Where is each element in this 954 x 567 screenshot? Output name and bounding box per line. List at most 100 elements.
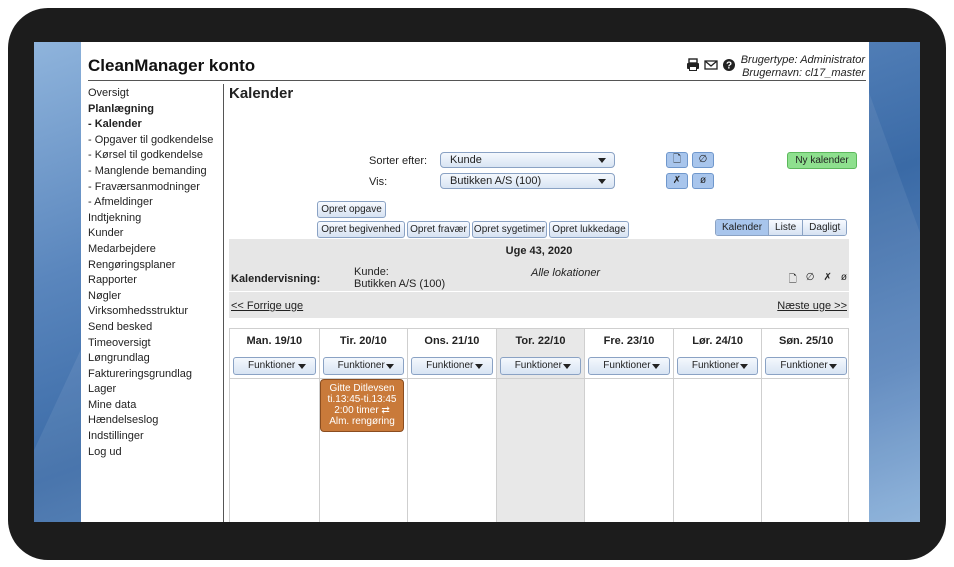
sidebar-item[interactable]: Løngrundlag bbox=[88, 351, 223, 367]
sidebar-item[interactable]: Log ud bbox=[88, 445, 223, 461]
pen-crossed-alt-icon[interactable]: ø bbox=[692, 173, 714, 189]
functions-dropdown[interactable]: Funktioner bbox=[588, 357, 670, 375]
sidebar-item[interactable]: Lager bbox=[88, 382, 223, 398]
sort-label: Sorter efter: bbox=[369, 155, 428, 167]
printer-icon[interactable] bbox=[686, 58, 700, 72]
functions-label: Funktioner bbox=[426, 360, 474, 371]
functions-dropdown[interactable]: Funktioner bbox=[765, 357, 847, 375]
event-type: Alm. rengøring bbox=[329, 416, 395, 427]
user-type: Brugertype: Administrator bbox=[740, 54, 865, 66]
sidebar-item[interactable]: Virksomhedsstruktur bbox=[88, 304, 223, 320]
event-employee: Gitte Ditlevsen bbox=[329, 383, 395, 394]
create-button[interactable]: Opret lukkedage bbox=[549, 221, 629, 238]
view-select[interactable]: Butikken A/S (100) bbox=[440, 173, 615, 189]
sidebar-item[interactable]: - Afmeldinger bbox=[88, 195, 223, 211]
create-task-button[interactable]: Opret opgave bbox=[317, 201, 386, 218]
view-mode-tab[interactable]: Kalender bbox=[716, 220, 769, 235]
day-header: Tir. 20/10 bbox=[339, 335, 387, 347]
functions-dropdown[interactable]: Funktioner bbox=[499, 357, 582, 375]
view-select-value: Butikken A/S (100) bbox=[450, 175, 542, 187]
user-name: Brugernavn: cl17_master bbox=[742, 67, 865, 79]
sidebar-item[interactable]: Timeoversigt bbox=[88, 336, 223, 352]
day-header: Ons. 21/10 bbox=[424, 335, 480, 347]
day-header: Fre. 23/10 bbox=[603, 335, 655, 347]
sidebar-item[interactable]: Rengøringsplaner bbox=[88, 258, 223, 274]
sidebar-item[interactable]: Nøgler bbox=[88, 289, 223, 305]
create-button[interactable]: Opret fravær bbox=[407, 221, 470, 238]
functions-dropdown[interactable]: Funktioner bbox=[322, 357, 405, 375]
chevron-down-icon bbox=[563, 364, 572, 369]
functions-label: Funktioner bbox=[337, 360, 385, 371]
header-icons: ? bbox=[686, 58, 736, 72]
sidebar-item[interactable]: - Fraværsanmodninger bbox=[88, 180, 223, 196]
event-duration: 2:00 timer ⇄ bbox=[334, 405, 390, 416]
previous-week-link[interactable]: << Forrige uge bbox=[231, 300, 303, 312]
pen-crossed-alt-icon[interactable]: ø bbox=[841, 272, 847, 289]
calendar-view-label: Kalendervisning: bbox=[231, 273, 321, 285]
sidebar-item[interactable]: Kunder bbox=[88, 226, 223, 242]
app-title: CleanManager konto bbox=[88, 56, 256, 75]
sidebar-item[interactable]: - Kalender bbox=[88, 117, 223, 133]
functions-dropdown[interactable]: Funktioner bbox=[233, 357, 316, 375]
customer-info: Kunde: Butikken A/S (100) bbox=[354, 266, 445, 290]
chevron-down-icon bbox=[651, 364, 660, 369]
mail-icon[interactable] bbox=[704, 58, 718, 72]
customer-value: Butikken A/S (100) bbox=[354, 278, 446, 290]
new-calendar-button[interactable]: Ny kalender bbox=[787, 152, 857, 169]
day-column[interactable]: Fre. 23/10 Funktioner bbox=[584, 329, 673, 522]
functions-dropdown[interactable]: Funktioner bbox=[411, 357, 493, 375]
sidebar-item[interactable]: - Kørsel til godkendelse bbox=[88, 148, 223, 164]
chevron-down-icon bbox=[598, 158, 606, 163]
sidebar-item[interactable]: - Opgaver til godkendelse bbox=[88, 133, 223, 149]
document-icon[interactable]: 🗋 bbox=[789, 272, 797, 289]
functions-dropdown[interactable]: Funktioner bbox=[676, 357, 759, 375]
row-divider bbox=[408, 378, 496, 379]
day-column[interactable]: Søn. 25/10 Funktioner bbox=[761, 329, 850, 522]
sidebar-item[interactable]: Rapporter bbox=[88, 273, 223, 289]
screen-frame: CleanManager konto ? Brugertype: Adminis… bbox=[0, 0, 954, 567]
row-divider bbox=[762, 378, 850, 379]
sidebar-nav: Oversigt Planlægning - Kalender - Opgaver… bbox=[88, 86, 223, 460]
view-bar-icons: 🗋 ∅ ✗ ø bbox=[789, 272, 847, 289]
day-column[interactable]: Lør. 24/10 Funktioner bbox=[672, 329, 762, 522]
chevron-down-icon bbox=[828, 364, 837, 369]
sort-select-value: Kunde bbox=[450, 154, 482, 166]
day-header: Tor. 22/10 bbox=[515, 335, 566, 347]
sidebar-item[interactable]: Planlægning bbox=[88, 102, 223, 118]
chevron-down-icon bbox=[386, 364, 395, 369]
chevron-down-icon bbox=[297, 364, 306, 369]
chevron-down-icon bbox=[474, 364, 483, 369]
sidebar-item[interactable]: Oversigt bbox=[88, 86, 223, 102]
row-divider bbox=[230, 378, 319, 379]
day-column[interactable]: Tor. 22/10 Funktioner bbox=[495, 329, 585, 522]
no-document-icon[interactable]: ∅ bbox=[806, 272, 815, 289]
pen-crossed-icon[interactable]: ✗ bbox=[824, 272, 832, 289]
no-document-icon[interactable]: ∅ bbox=[692, 152, 714, 168]
svg-text:?: ? bbox=[726, 61, 732, 72]
create-button[interactable]: Opret sygetimer bbox=[472, 221, 547, 238]
sidebar-item[interactable]: Indstillinger bbox=[88, 429, 223, 445]
sidebar-item[interactable]: Hændelseslog bbox=[88, 413, 223, 429]
sort-select[interactable]: Kunde bbox=[440, 152, 615, 168]
day-column[interactable]: Ons. 21/10 Funktioner bbox=[407, 329, 496, 522]
sidebar-item[interactable]: Mine data bbox=[88, 398, 223, 414]
help-icon[interactable]: ? bbox=[722, 58, 736, 72]
header-divider bbox=[88, 80, 866, 81]
pen-crossed-icon[interactable]: ✗ bbox=[666, 173, 688, 189]
view-mode-tab[interactable]: Liste bbox=[768, 220, 803, 235]
sidebar-item[interactable]: Send besked bbox=[88, 320, 223, 336]
next-week-link[interactable]: Næste uge >> bbox=[777, 300, 847, 312]
functions-label: Funktioner bbox=[514, 360, 562, 371]
location-label: Alle lokationer bbox=[531, 267, 601, 279]
document-icon[interactable]: 🗋 bbox=[666, 152, 688, 168]
sidebar-item[interactable]: - Manglende bemanding bbox=[88, 164, 223, 180]
functions-label: Funktioner bbox=[691, 360, 740, 371]
event-time: ti.13:45-ti.13:45 bbox=[327, 394, 397, 405]
calendar-event[interactable]: Gitte Ditlevsen ti.13:45-ti.13:45 2:00 t… bbox=[320, 379, 404, 432]
day-column[interactable]: Man. 19/10 Funktioner bbox=[230, 329, 319, 522]
sidebar-item[interactable]: Medarbejdere bbox=[88, 242, 223, 258]
view-mode-tab[interactable]: Dagligt bbox=[802, 220, 847, 235]
sidebar-item[interactable]: Indtjekning bbox=[88, 211, 223, 227]
create-button[interactable]: Opret begivenhed bbox=[317, 221, 405, 238]
sidebar-item[interactable]: Faktureringsgrundlag bbox=[88, 367, 223, 383]
